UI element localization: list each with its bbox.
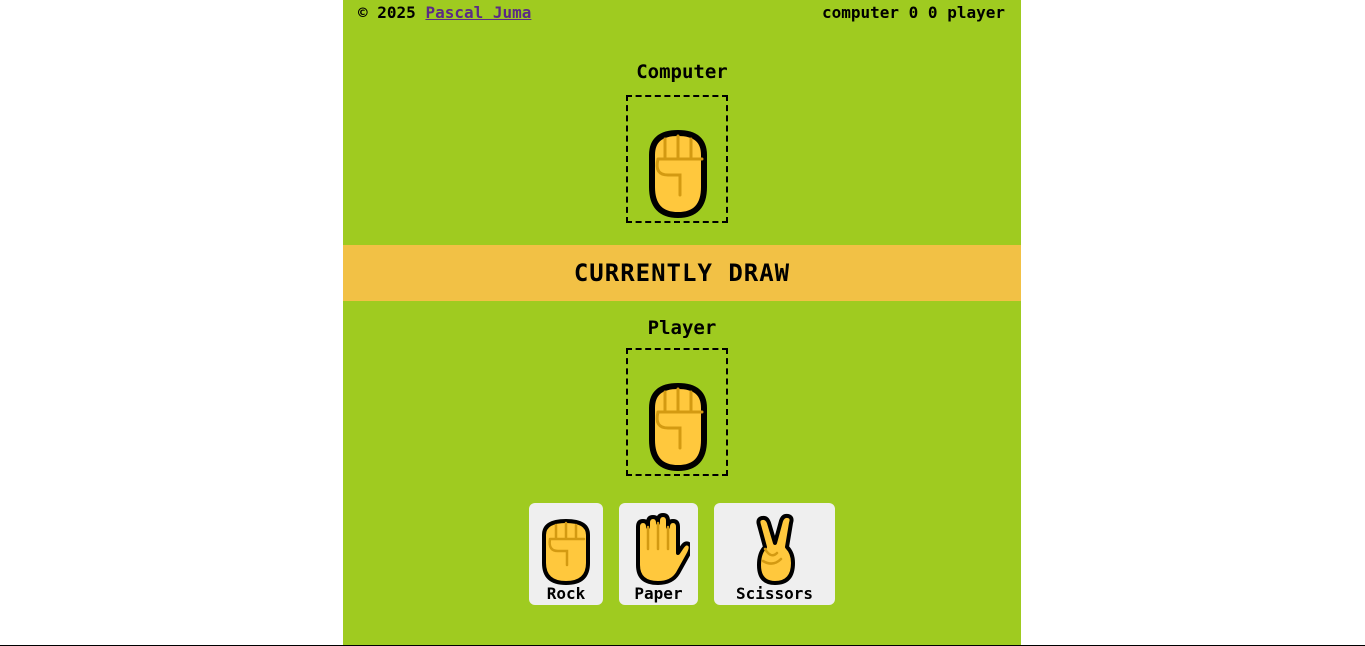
rock-fist-icon	[542, 519, 590, 585]
scissors-victory-icon	[755, 513, 795, 585]
copyright-text: © 2025	[358, 3, 416, 22]
paper-button-label: Paper	[634, 584, 683, 603]
player-choice-box	[626, 348, 728, 476]
rock-fist-icon	[649, 130, 707, 218]
result-banner: CURRENTLY DRAW	[343, 245, 1021, 301]
rock-button-label: Rock	[546, 584, 586, 603]
paper-button[interactable]: Paper	[619, 503, 698, 605]
game-container: © 2025 Pascal Juma computer 0 0 player C…	[343, 0, 1021, 645]
scissors-button-label: Scissors	[735, 584, 814, 603]
paper-hand-icon	[635, 513, 690, 585]
top-bar: © 2025 Pascal Juma computer 0 0 player	[343, 0, 1021, 26]
author-link[interactable]: Pascal Juma	[425, 3, 531, 22]
computer-label: Computer	[636, 61, 728, 83]
rock-button[interactable]: Rock	[529, 503, 603, 605]
computer-choice-box	[626, 95, 728, 223]
player-label: Player	[647, 317, 717, 339]
rock-fist-icon	[649, 383, 707, 471]
score-display: computer 0 0 player	[821, 3, 1005, 22]
copyright: © 2025 Pascal Juma	[358, 3, 531, 22]
scissors-button[interactable]: Scissors	[714, 503, 835, 605]
